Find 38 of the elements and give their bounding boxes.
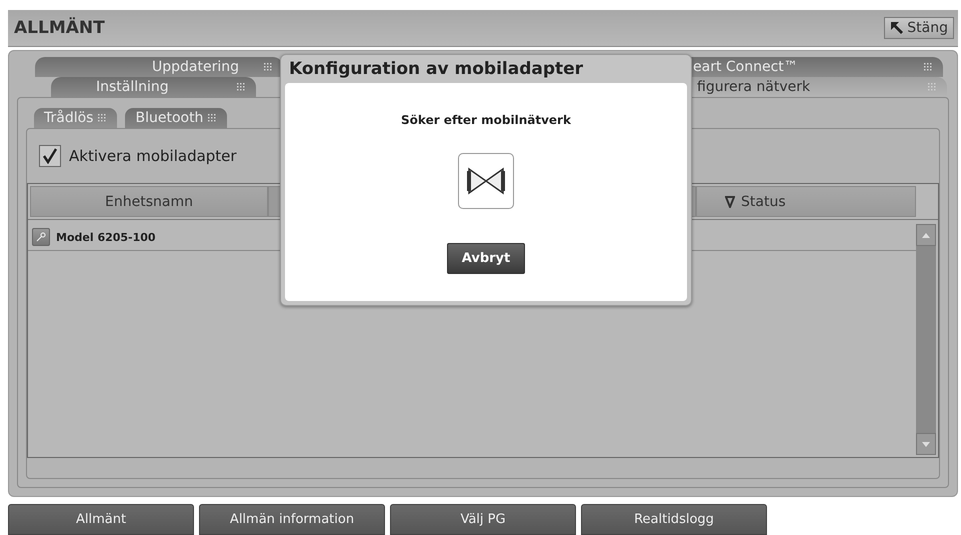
- scroll-down-icon[interactable]: [922, 442, 930, 446]
- tab[interactable]: Inställning: [51, 77, 256, 97]
- device-name: Model 6205-100: [56, 230, 156, 244]
- scrollbar[interactable]: [916, 224, 936, 455]
- cancel-button[interactable]: Avbryt: [446, 243, 526, 274]
- grip-icon: [927, 82, 937, 92]
- tab-label: figurera nätverk: [697, 79, 810, 95]
- dialog-title: Konfiguration av mobiladapter: [288, 58, 584, 81]
- checkbox[interactable]: [39, 145, 61, 167]
- grip-icon: [263, 62, 273, 72]
- grip-icon: [207, 113, 218, 123]
- nav-button[interactable]: Realtidslogg: [581, 504, 767, 535]
- tab-label: Inställning: [96, 79, 169, 95]
- nav-button[interactable]: Allmänt: [8, 504, 194, 535]
- column-header[interactable]: Status: [696, 186, 916, 217]
- nav-button[interactable]: Välj PG: [390, 504, 576, 535]
- tab[interactable]: Bluetooth: [125, 108, 228, 128]
- column-header[interactable]: Enhetsnamn: [30, 186, 268, 217]
- nav-button[interactable]: Allmän information: [199, 504, 385, 535]
- screen-title: ALLMÄNT: [14, 18, 105, 38]
- column-label: Enhetsnamn: [105, 194, 193, 210]
- tab-label: Uppdatering: [152, 59, 239, 75]
- arrow-icon: [890, 21, 904, 35]
- scroll-up-icon[interactable]: [922, 232, 930, 238]
- close-button[interactable]: Stäng: [884, 17, 954, 39]
- hourglass-icon: [458, 153, 514, 209]
- grip-icon: [97, 113, 108, 123]
- tab[interactable]: Trådlös: [34, 108, 118, 128]
- grip-icon: [923, 62, 933, 72]
- tab-label: Bluetooth: [135, 110, 204, 126]
- tab[interactable]: Uppdatering: [35, 57, 283, 77]
- tab-label: Trådlös: [44, 110, 94, 126]
- grip-icon: [236, 82, 246, 92]
- column-label: Status: [741, 194, 786, 210]
- key-icon: [32, 228, 50, 246]
- dialog-message: Söker efter mobilnätverk: [401, 113, 571, 127]
- tab-label: eart Connect™: [693, 59, 798, 75]
- checkbox-label: Aktivera mobiladapter: [69, 147, 237, 165]
